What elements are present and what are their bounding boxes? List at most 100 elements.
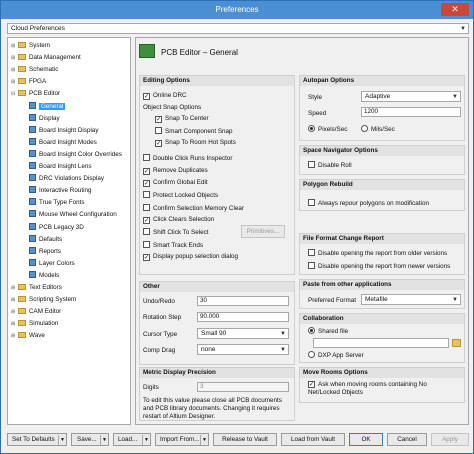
expand-icon[interactable]: ⊞ xyxy=(11,295,18,305)
tree-item[interactable]: Mouse Wheel Configuration xyxy=(22,210,117,220)
mils-sec-radio[interactable]: Mils/Sec xyxy=(361,125,395,134)
page-icon xyxy=(29,210,36,218)
expand-icon[interactable]: ⊞ xyxy=(11,53,18,63)
expand-icon[interactable]: ⊞ xyxy=(11,283,18,293)
tree-item[interactable]: ⊞ Data Management xyxy=(11,53,81,63)
close-button[interactable]: ✕ xyxy=(441,3,469,16)
tree-item[interactable]: General xyxy=(22,101,66,112)
release-to-vault-button[interactable]: Release to Vault xyxy=(213,433,277,446)
tree-item[interactable]: ⊞ Scripting System xyxy=(11,295,76,305)
double-click-inspector-checkbox[interactable]: Double Click Runs Inspector xyxy=(143,154,232,163)
disable-newer-checkbox[interactable]: Disable opening the report from newer ve… xyxy=(308,262,450,271)
smart-component-snap-checkbox[interactable]: Smart Component Snap xyxy=(155,127,233,136)
cancel-button[interactable]: Cancel xyxy=(387,433,427,446)
ok-button[interactable]: OK xyxy=(349,433,383,446)
shared-file-radio[interactable]: Shared file xyxy=(308,327,348,336)
tree-item[interactable]: True Type Fonts xyxy=(22,198,85,208)
check-icon: ✓ xyxy=(143,217,150,224)
search-combo[interactable]: Cloud Preferences ▼ xyxy=(7,23,469,34)
cursor-type-value: Small 90 xyxy=(201,330,227,337)
chevron-down-icon: ▼ xyxy=(58,435,66,445)
tree-item[interactable]: Display xyxy=(22,113,60,124)
online-drc-label: Online DRC xyxy=(153,92,187,99)
tree-item-label: Models xyxy=(39,271,60,279)
radio-off-icon xyxy=(361,125,368,132)
tree-item[interactable]: ⊞ Schematic xyxy=(11,65,58,75)
mils-sec-label: Mils/Sec xyxy=(371,126,395,133)
radio-off-icon xyxy=(308,351,315,358)
tree-item[interactable]: ⊞ FPGA xyxy=(11,77,46,87)
pixels-sec-radio[interactable]: Pixels/Sec xyxy=(308,125,347,134)
click-clears-selection-checkbox[interactable]: ✓ Click Clears Selection xyxy=(143,216,214,224)
tree-item[interactable]: ⊞ Text Editors xyxy=(11,283,62,293)
expand-icon[interactable]: ⊞ xyxy=(11,331,18,341)
tree-item-label: Layer Colors xyxy=(39,259,75,267)
snap-to-center-checkbox[interactable]: ✓ Snap To Center xyxy=(155,115,209,123)
tree-item[interactable]: Board Insight Display xyxy=(22,125,99,136)
tree-item[interactable]: ⊞ Wave xyxy=(11,331,45,341)
empty-box-icon xyxy=(143,241,150,248)
import-from-button[interactable]: Import From... ▼ xyxy=(155,433,209,446)
folder-icon xyxy=(18,66,26,73)
tree-item[interactable]: Board Insight Color Overrides xyxy=(22,149,122,160)
preferred-format-select[interactable]: Metafile ▼ xyxy=(361,294,461,305)
apply-button[interactable]: Apply xyxy=(431,433,469,446)
comp-drag-select[interactable]: none ▼ xyxy=(197,344,289,355)
collapse-icon[interactable]: ⊟ xyxy=(11,89,18,99)
preferences-tree[interactable]: ⊞ System ⊞ Data Management ⊞ Schematic ⊞ FPGA ⊟ P… xyxy=(7,37,131,425)
shift-click-to-select-checkbox[interactable]: Shift Click To Select xyxy=(143,228,209,237)
autopan-style-select[interactable]: Adaptive ▼ xyxy=(361,91,461,102)
tree-item[interactable]: PCB Legacy 3D xyxy=(22,222,84,233)
load-from-vault-button[interactable]: Load from Vault xyxy=(281,433,345,446)
empty-box-icon xyxy=(308,199,315,206)
primitives-button[interactable]: Primitives... xyxy=(241,225,285,238)
tree-item-label: Simulation xyxy=(29,320,59,328)
tree-item[interactable]: Defaults xyxy=(22,234,62,245)
save-button[interactable]: Save... ▼ xyxy=(71,433,109,446)
tree-item[interactable]: ⊞ System xyxy=(11,41,50,51)
speed-input[interactable]: 1200 xyxy=(361,107,461,117)
repour-polygons-checkbox[interactable]: Always repour polygons on modification xyxy=(308,199,429,208)
rotation-step-input[interactable]: 90.000 xyxy=(197,312,289,322)
dxp-app-server-radio[interactable]: DXP App Server xyxy=(308,351,364,360)
set-to-defaults-button[interactable]: Set To Defaults ▼ xyxy=(7,433,67,446)
ask-moving-rooms-checkbox[interactable]: ✓ Ask when moving rooms containing No Net… xyxy=(308,381,460,397)
empty-box-icon xyxy=(143,191,150,198)
load-button[interactable]: Load... ▼ xyxy=(113,433,151,446)
protect-locked-checkbox[interactable]: Protect Locked Objects xyxy=(143,191,218,200)
expand-icon[interactable]: ⊞ xyxy=(11,319,18,329)
tree-item[interactable]: Board Insight Modes xyxy=(22,137,97,148)
expand-icon[interactable]: ⊞ xyxy=(11,307,18,317)
tree-item-label: True Type Fonts xyxy=(39,199,85,207)
remove-duplicates-checkbox[interactable]: ✓ Remove Duplicates xyxy=(143,167,208,175)
tree-item[interactable]: ⊞ Simulation xyxy=(11,319,58,329)
tree-item[interactable]: ⊟ PCB Editor xyxy=(11,89,60,99)
digits-input[interactable]: 3 xyxy=(197,382,289,392)
chevron-down-icon: ▼ xyxy=(200,435,208,445)
disable-older-checkbox[interactable]: Disable opening the report from older ve… xyxy=(308,249,447,258)
tree-item[interactable]: Interactive Routing xyxy=(22,186,92,196)
disable-roll-checkbox[interactable]: Disable Roll xyxy=(308,161,352,170)
tree-item[interactable]: Models xyxy=(22,270,60,281)
folder-icon[interactable] xyxy=(452,339,461,347)
undo-redo-input[interactable]: 30 xyxy=(197,296,289,306)
expand-icon[interactable]: ⊞ xyxy=(11,77,18,87)
cursor-type-select[interactable]: Small 90 ▼ xyxy=(197,328,289,339)
check-icon: ✓ xyxy=(143,93,150,100)
shared-file-input[interactable] xyxy=(313,338,449,348)
online-drc-checkbox[interactable]: ✓ Online DRC xyxy=(143,92,187,100)
tree-item[interactable]: ⊞ CAM Editor xyxy=(11,307,61,317)
confirm-selection-memory-clear-checkbox[interactable]: Confirm Selection Memory Clear xyxy=(143,204,244,213)
smart-track-ends-checkbox[interactable]: Smart Track Ends xyxy=(143,241,203,250)
folder-icon xyxy=(18,320,26,327)
metric-precision-title: Metric Display Precision xyxy=(140,368,294,378)
confirm-global-edit-checkbox[interactable]: ✓ Confirm Global Edit xyxy=(143,179,208,187)
tree-item[interactable]: DRC Violations Display xyxy=(22,174,104,184)
expand-icon[interactable]: ⊞ xyxy=(11,41,18,51)
expand-icon[interactable]: ⊞ xyxy=(11,65,18,75)
display-popup-selection-checkbox[interactable]: ✓ Display popup selection dialog xyxy=(143,253,238,261)
tree-item[interactable]: Layer Colors xyxy=(22,258,75,269)
tree-item[interactable]: Board Insight Lens xyxy=(22,162,92,172)
snap-to-room-hot-spots-checkbox[interactable]: ✓ Snap To Room Hot Spots xyxy=(155,139,236,147)
tree-item[interactable]: Reports xyxy=(22,246,61,257)
